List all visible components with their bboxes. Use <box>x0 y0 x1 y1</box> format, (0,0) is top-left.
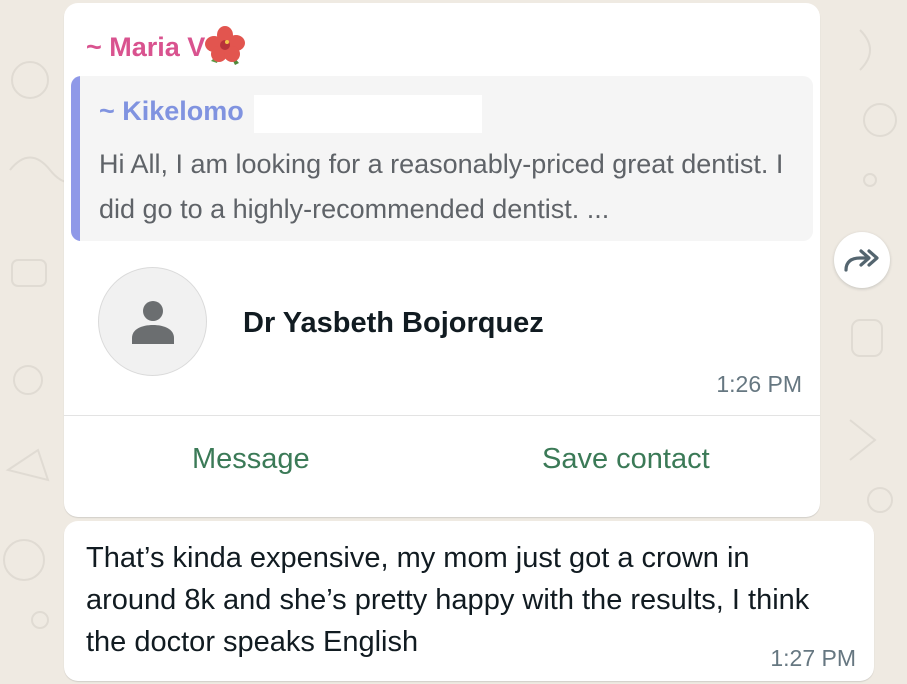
quote-text: Hi All, I am looking for a reasonably-pr… <box>99 149 784 224</box>
redacted-phone-number <box>254 95 482 133</box>
message-timestamp: 1:26 PM <box>716 371 802 397</box>
sender-name[interactable]: ~ Maria V <box>86 25 246 69</box>
contact-card-bubble: ~ Maria V ~ Kikelomo Hi All, I am lookin… <box>64 3 820 517</box>
contact-name: Dr Yasbeth Bojorquez <box>243 307 544 339</box>
save-contact-button[interactable]: Save contact <box>542 443 710 476</box>
forward-icon <box>844 249 879 272</box>
message-button[interactable]: Message <box>192 443 310 476</box>
shared-contact[interactable]: Dr Yasbeth Bojorquez <box>98 267 798 377</box>
forward-button[interactable] <box>834 232 890 288</box>
person-icon <box>132 301 174 344</box>
quoted-message[interactable]: ~ Kikelomo Hi All, I am looking for a re… <box>71 76 813 241</box>
contact-avatar <box>98 267 207 376</box>
reply-message-bubble: That’s kinda expensive, my mom just got … <box>64 521 874 681</box>
message-text: That’s kinda expensive, my mom just got … <box>86 542 810 658</box>
hibiscus-icon <box>205 25 246 69</box>
message-timestamp: 1:27 PM <box>770 645 856 671</box>
sender-name-text[interactable]: ~ Maria V <box>86 32 205 63</box>
divider <box>64 415 820 416</box>
quote-accent-bar <box>71 76 80 241</box>
quote-author: ~ Kikelomo <box>99 96 244 126</box>
